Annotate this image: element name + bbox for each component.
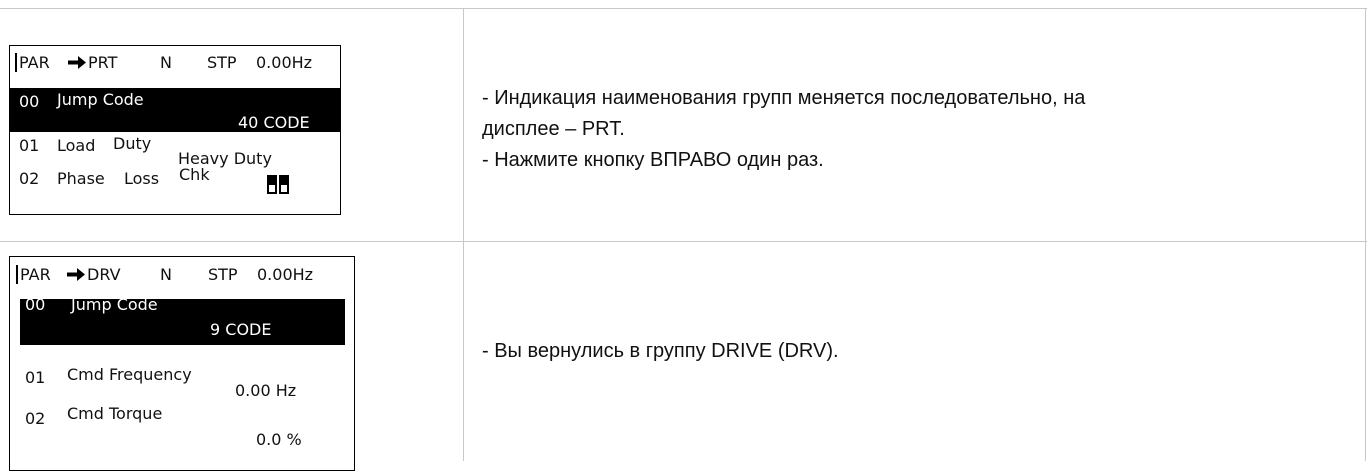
lcd-mode: PAR <box>20 265 51 284</box>
lcd-cursor <box>16 265 18 284</box>
table-column-divider <box>463 8 464 461</box>
lcd-line3-name: Cmd Torque <box>67 404 163 423</box>
lcd-frequency: 0.00Hz <box>256 53 313 72</box>
lcd-line2-num: 01 <box>25 368 46 387</box>
lcd-line1-value: 40 CODE <box>238 113 310 132</box>
lcd-line3-name-a: Phase <box>57 169 105 188</box>
arrow-right-icon <box>68 56 86 69</box>
table-row-divider <box>0 241 1367 242</box>
arrow-right-icon <box>67 268 85 281</box>
lcd-line1-name: Jump Code <box>71 295 158 314</box>
lcd-line2-name-b: Duty <box>113 134 152 153</box>
lcd-line1-num: 00 <box>25 295 46 314</box>
lcd-line2-name-a: Load <box>57 136 96 155</box>
lcd-line3-value: 0.0 % <box>256 430 302 449</box>
table-right-border <box>1365 8 1366 461</box>
lcd-line1-value: 9 CODE <box>210 320 272 339</box>
lcd-cursor <box>15 53 17 72</box>
lcd-frequency: 0.00Hz <box>257 265 314 284</box>
description-line: - Вы вернулись в группу DRIVE (DRV). <box>482 340 839 362</box>
description-line: - Нажмите кнопку ВПРАВО один раз. <box>482 149 824 171</box>
checkbox-pair-icon <box>267 175 289 194</box>
lcd-group-name: DRV <box>87 265 121 284</box>
lcd-selected-row <box>20 299 345 345</box>
lcd-group: PRT <box>68 55 117 71</box>
lcd-line1-name: Jump Code <box>57 90 144 109</box>
step-description-1: - Индикация наименования групп меняется … <box>482 83 1085 176</box>
lcd-line1-num: 00 <box>19 92 40 111</box>
lcd-line3-num: 02 <box>25 409 46 428</box>
lcd-mode: PAR <box>19 53 50 72</box>
lcd-direction: N <box>160 265 172 284</box>
lcd-display-prt: PAR PRT N STP 0.00Hz 00 Jump Code 40 COD… <box>9 45 341 215</box>
step-description-2: - Вы вернулись в группу DRIVE (DRV). <box>482 336 839 367</box>
lcd-group: DRV <box>67 267 121 283</box>
lcd-group-name: PRT <box>88 53 118 72</box>
table-top-border <box>0 8 1367 9</box>
lcd-display-drv: PAR DRV N STP 0.00Hz 00 Jump Code 9 CODE… <box>9 256 355 471</box>
lcd-state: STP <box>208 265 238 284</box>
lcd-line3-name-c: Chk <box>179 165 210 184</box>
lcd-line3-name-b: Loss <box>124 169 160 188</box>
description-line: - Индикация наименования групп меняется … <box>482 87 1086 109</box>
lcd-direction: N <box>160 53 172 72</box>
lcd-state: STP <box>207 53 237 72</box>
lcd-line2-num: 01 <box>19 136 40 155</box>
lcd-line2-value: 0.00 Hz <box>235 381 297 400</box>
lcd-line3-num: 02 <box>19 169 40 188</box>
lcd-line2-name: Cmd Frequency <box>67 365 192 384</box>
description-line: дисплее – PRT. <box>482 118 625 140</box>
